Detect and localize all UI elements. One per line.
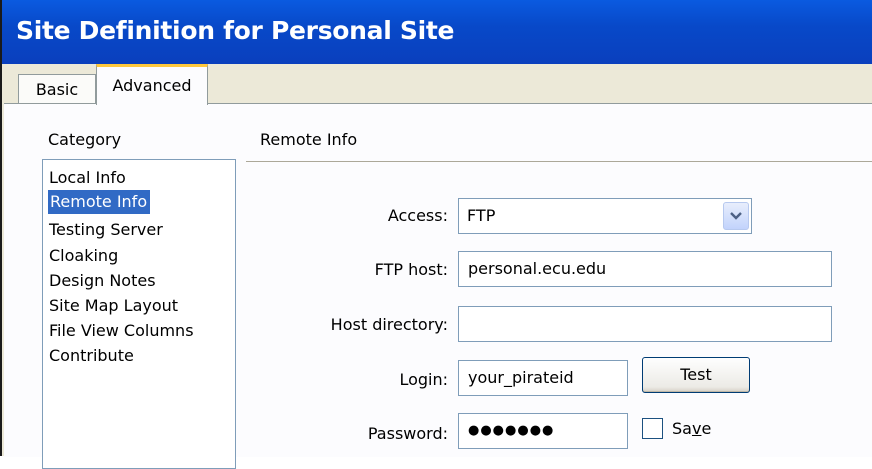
- category-item-local-info[interactable]: Local Info: [49, 166, 126, 190]
- password-label: Password:: [367, 424, 448, 443]
- category-item-file-view-columns[interactable]: File View Columns: [49, 319, 194, 343]
- host-directory-label: Host directory:: [330, 315, 448, 334]
- save-password-label[interactable]: Save: [672, 419, 711, 438]
- access-select-value: FTP: [467, 206, 496, 225]
- category-item-testing-server[interactable]: Testing Server: [49, 218, 163, 242]
- category-item-cloaking[interactable]: Cloaking: [49, 244, 118, 268]
- category-item-remote-info[interactable]: Remote Info: [48, 190, 151, 214]
- save-password-checkbox[interactable]: [642, 418, 663, 439]
- ftp-host-input[interactable]: personal.ecu.edu: [458, 251, 832, 287]
- category-item-site-map-layout[interactable]: Site Map Layout: [49, 294, 178, 318]
- test-button[interactable]: Test: [642, 357, 750, 393]
- save-label-part2: e: [701, 419, 712, 438]
- site-definition-dialog: Site Definition for Personal Site Basic …: [0, 0, 872, 469]
- dropdown-arrow-button[interactable]: [723, 202, 749, 230]
- login-input[interactable]: your_pirateid: [458, 360, 628, 396]
- tab-basic[interactable]: Basic: [18, 74, 96, 104]
- ftp-host-label: FTP host:: [374, 260, 448, 279]
- category-item-design-notes[interactable]: Design Notes: [49, 269, 156, 293]
- access-label: Access:: [387, 206, 448, 225]
- category-label: Category: [48, 130, 122, 149]
- access-select[interactable]: FTP: [458, 198, 752, 234]
- chevron-down-icon: [730, 212, 742, 220]
- password-mask: ●●●●●●●: [468, 423, 555, 438]
- category-list[interactable]: Local Info Remote Info Testing Server Cl…: [42, 159, 236, 469]
- password-input[interactable]: ●●●●●●●: [458, 413, 628, 449]
- login-label: Login:: [399, 370, 448, 389]
- category-item-contribute[interactable]: Contribute: [49, 344, 134, 368]
- tab-advanced[interactable]: Advanced: [96, 64, 208, 105]
- section-divider: [246, 161, 872, 162]
- save-label-part1: Sa: [672, 419, 692, 438]
- remote-info-heading: Remote Info: [260, 130, 358, 149]
- tab-strip: Basic Advanced: [2, 64, 872, 105]
- host-directory-input[interactable]: [458, 306, 832, 342]
- window-title: Site Definition for Personal Site: [16, 16, 455, 45]
- title-bar[interactable]: Site Definition for Personal Site: [2, 0, 872, 64]
